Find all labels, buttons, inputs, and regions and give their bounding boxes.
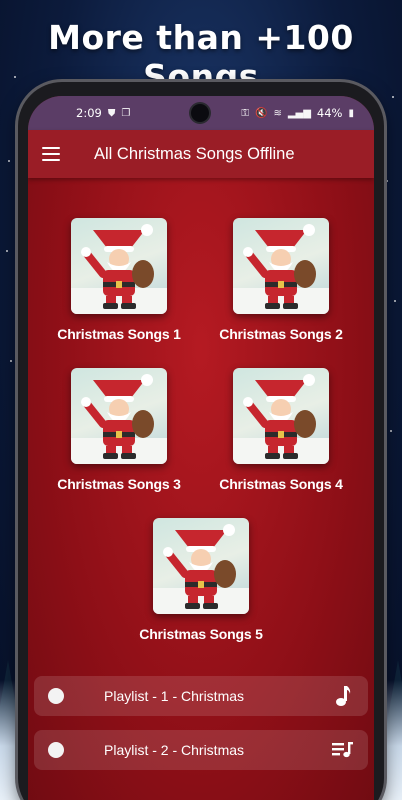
album-card-3[interactable]: Christmas Songs 3 — [44, 368, 194, 492]
status-time: 2:09 — [76, 106, 102, 120]
signal-icon: ▂▄▆ — [287, 107, 311, 119]
shield-icon: ⛊ — [107, 107, 116, 119]
hamburger-menu-icon[interactable] — [42, 147, 60, 161]
mute-icon: 🔇 — [255, 107, 268, 119]
album-label: Christmas Songs 3 — [57, 476, 181, 492]
vpn-key-icon: ⚿ — [241, 107, 249, 119]
santa-claus-image — [233, 218, 329, 314]
playlist-icon — [332, 739, 354, 761]
battery-icon: ▮ — [348, 107, 354, 119]
wifi-icon: ≋ — [273, 107, 282, 119]
santa-claus-image — [153, 518, 249, 614]
album-label: Christmas Songs 1 — [57, 326, 181, 342]
album-card-5[interactable]: Christmas Songs 5 — [126, 518, 276, 642]
playlist-item-1[interactable]: Playlist - 1 - Christmas — [34, 676, 368, 716]
album-label: Christmas Songs 5 — [139, 626, 263, 642]
album-grid: Christmas Songs 1 Christmas Songs 2 Chri… — [28, 178, 374, 648]
playlist-label: Playlist - 1 - Christmas — [104, 688, 245, 704]
album-card-4[interactable]: Christmas Songs 4 — [206, 368, 356, 492]
album-label: Christmas Songs 4 — [219, 476, 343, 492]
album-label: Christmas Songs 2 — [219, 326, 343, 342]
santa-claus-image — [71, 218, 167, 314]
app-title: All Christmas Songs Offline — [94, 144, 295, 163]
copy-icon: ❐ — [121, 107, 131, 119]
app-bar: All Christmas Songs Offline — [28, 130, 374, 178]
phone-frame: 2:09 ⛊ ❐ ⚿ 🔇 ≋ ▂▄▆ 44% ▮ All Christmas S… — [18, 82, 384, 800]
battery-level: 44% — [316, 106, 343, 120]
playlist-item-2[interactable]: Playlist - 2 - Christmas — [34, 730, 368, 770]
santa-claus-image — [71, 368, 167, 464]
album-card-1[interactable]: Christmas Songs 1 — [44, 218, 194, 342]
radio-dot-icon — [48, 688, 64, 704]
music-note-icon — [332, 685, 354, 707]
playlist-label: Playlist - 2 - Christmas — [104, 742, 245, 758]
santa-claus-image — [233, 368, 329, 464]
album-card-2[interactable]: Christmas Songs 2 — [206, 218, 356, 342]
radio-dot-icon — [48, 742, 64, 758]
front-camera — [191, 104, 209, 122]
app-screen: 2:09 ⛊ ❐ ⚿ 🔇 ≋ ▂▄▆ 44% ▮ All Christmas S… — [28, 96, 374, 800]
